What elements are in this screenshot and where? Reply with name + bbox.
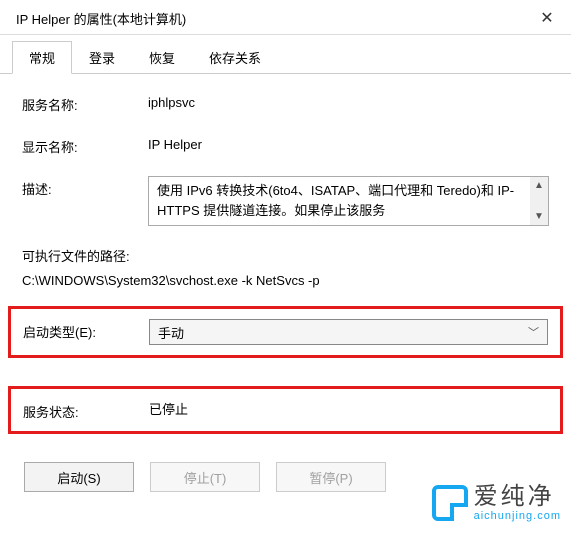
pause-button: 暂停(P) xyxy=(276,462,386,492)
startup-type-select[interactable]: 手动 ﹀ xyxy=(149,319,548,345)
start-button[interactable]: 启动(S) xyxy=(24,462,134,492)
content-panel: 服务名称: iphlpsvc 显示名称: IP Helper 描述: 使用 IP… xyxy=(0,74,571,510)
description-text: 使用 IPv6 转换技术(6to4、ISATAP、端口代理和 Teredo)和 … xyxy=(157,183,514,218)
startup-type-value: 手动 xyxy=(158,323,184,342)
watermark-cn: 爱纯净 xyxy=(474,484,561,510)
label-description: 描述: xyxy=(22,176,148,198)
row-display-name: 显示名称: IP Helper xyxy=(22,134,549,156)
label-startup-type: 启动类型(E): xyxy=(23,319,149,341)
watermark: 爱纯净 aichunjing.com xyxy=(432,484,561,522)
value-service-name: iphlpsvc xyxy=(148,92,195,110)
tab-general[interactable]: 常规 xyxy=(12,41,72,74)
label-service-status: 服务状态: xyxy=(23,399,149,421)
window-title: IP Helper 的属性(本地计算机) xyxy=(16,9,186,28)
tab-dependencies[interactable]: 依存关系 xyxy=(192,41,278,73)
description-textbox[interactable]: 使用 IPv6 转换技术(6to4、ISATAP、端口代理和 Teredo)和 … xyxy=(148,176,549,226)
description-scrollbar[interactable]: ▲ ▼ xyxy=(530,177,548,225)
row-service-name: 服务名称: iphlpsvc xyxy=(22,92,549,114)
label-service-name: 服务名称: xyxy=(22,92,148,114)
scroll-up-icon[interactable]: ▲ xyxy=(530,177,548,194)
watermark-icon xyxy=(432,485,468,521)
stop-button: 停止(T) xyxy=(150,462,260,492)
close-icon[interactable]: ✕ xyxy=(535,8,559,28)
watermark-text: 爱纯净 aichunjing.com xyxy=(474,484,561,522)
row-service-status: 服务状态: 已停止 xyxy=(23,399,548,421)
highlight-service-status: 服务状态: 已停止 xyxy=(8,386,563,434)
highlight-startup-type: 启动类型(E): 手动 ﹀ xyxy=(8,306,563,358)
tab-logon[interactable]: 登录 xyxy=(72,41,132,73)
chevron-down-icon: ﹀ xyxy=(528,324,539,340)
row-startup-type: 启动类型(E): 手动 ﹀ xyxy=(23,319,548,345)
label-exe-path: 可执行文件的路径: xyxy=(22,246,549,265)
tab-recovery[interactable]: 恢复 xyxy=(132,41,192,73)
value-exe-path: C:\WINDOWS\System32\svchost.exe -k NetSv… xyxy=(22,273,549,288)
row-exe-path: 可执行文件的路径: C:\WINDOWS\System32\svchost.ex… xyxy=(22,246,549,288)
scroll-down-icon[interactable]: ▼ xyxy=(530,208,548,225)
value-service-status: 已停止 xyxy=(149,399,188,418)
value-display-name: IP Helper xyxy=(148,134,202,152)
tabs: 常规 登录 恢复 依存关系 xyxy=(0,35,571,74)
label-display-name: 显示名称: xyxy=(22,134,148,156)
watermark-en: aichunjing.com xyxy=(474,510,561,522)
row-description: 描述: 使用 IPv6 转换技术(6to4、ISATAP、端口代理和 Tered… xyxy=(22,176,549,226)
titlebar: IP Helper 的属性(本地计算机) ✕ xyxy=(0,0,571,35)
